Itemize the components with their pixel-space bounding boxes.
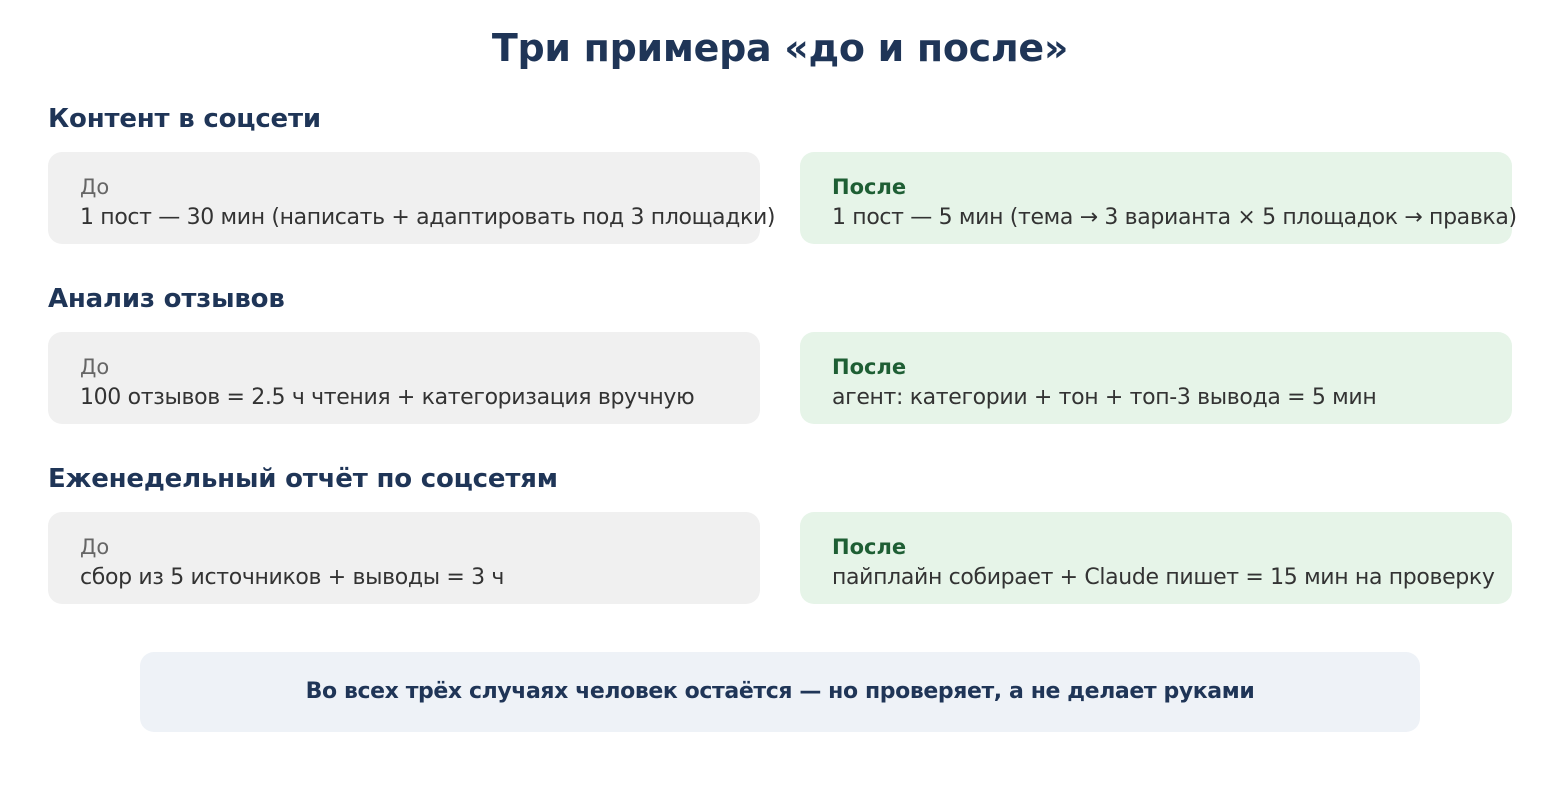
before-label: До bbox=[80, 175, 110, 199]
before-label: До bbox=[80, 355, 110, 379]
conclusion-banner: Во всех трёх случаях человек остаётся — … bbox=[140, 652, 1420, 732]
before-card-weekly-report: До сбор из 5 источников + выводы = 3 ч bbox=[48, 512, 760, 604]
section-heading-reviews: Анализ отзывов bbox=[48, 284, 285, 314]
after-text: 1 пост — 5 мин (тема → 3 варианта × 5 пл… bbox=[832, 205, 1517, 230]
after-card-reviews: После агент: категории + тон + топ-3 выв… bbox=[800, 332, 1512, 424]
before-card-content: До 1 пост — 30 мин (написать + адаптиров… bbox=[48, 152, 776, 244]
after-text: пайплайн собирает + Claude пишет = 15 ми… bbox=[832, 565, 1495, 590]
before-card-reviews: До 100 отзывов = 2.5 ч чтения + категори… bbox=[48, 332, 760, 424]
page-title: Три примера «до и после» bbox=[491, 26, 1069, 70]
after-text: агент: категории + тон + топ-3 вывода = … bbox=[832, 385, 1377, 410]
before-text: 1 пост — 30 мин (написать + адаптировать… bbox=[80, 205, 776, 230]
before-label: До bbox=[80, 535, 110, 559]
section-heading-weekly-report: Еженедельный отчёт по соцсетям bbox=[48, 464, 558, 494]
after-label: После bbox=[832, 535, 907, 559]
before-text: 100 отзывов = 2.5 ч чтения + категоризац… bbox=[80, 385, 695, 410]
after-label: После bbox=[832, 175, 907, 199]
after-card-weekly-report: После пайплайн собирает + Claude пишет =… bbox=[800, 512, 1512, 604]
after-label: После bbox=[832, 355, 907, 379]
after-card-content: После 1 пост — 5 мин (тема → 3 варианта … bbox=[800, 152, 1517, 244]
before-text: сбор из 5 источников + выводы = 3 ч bbox=[80, 565, 505, 590]
section-heading-content: Контент в соцсети bbox=[48, 104, 321, 134]
